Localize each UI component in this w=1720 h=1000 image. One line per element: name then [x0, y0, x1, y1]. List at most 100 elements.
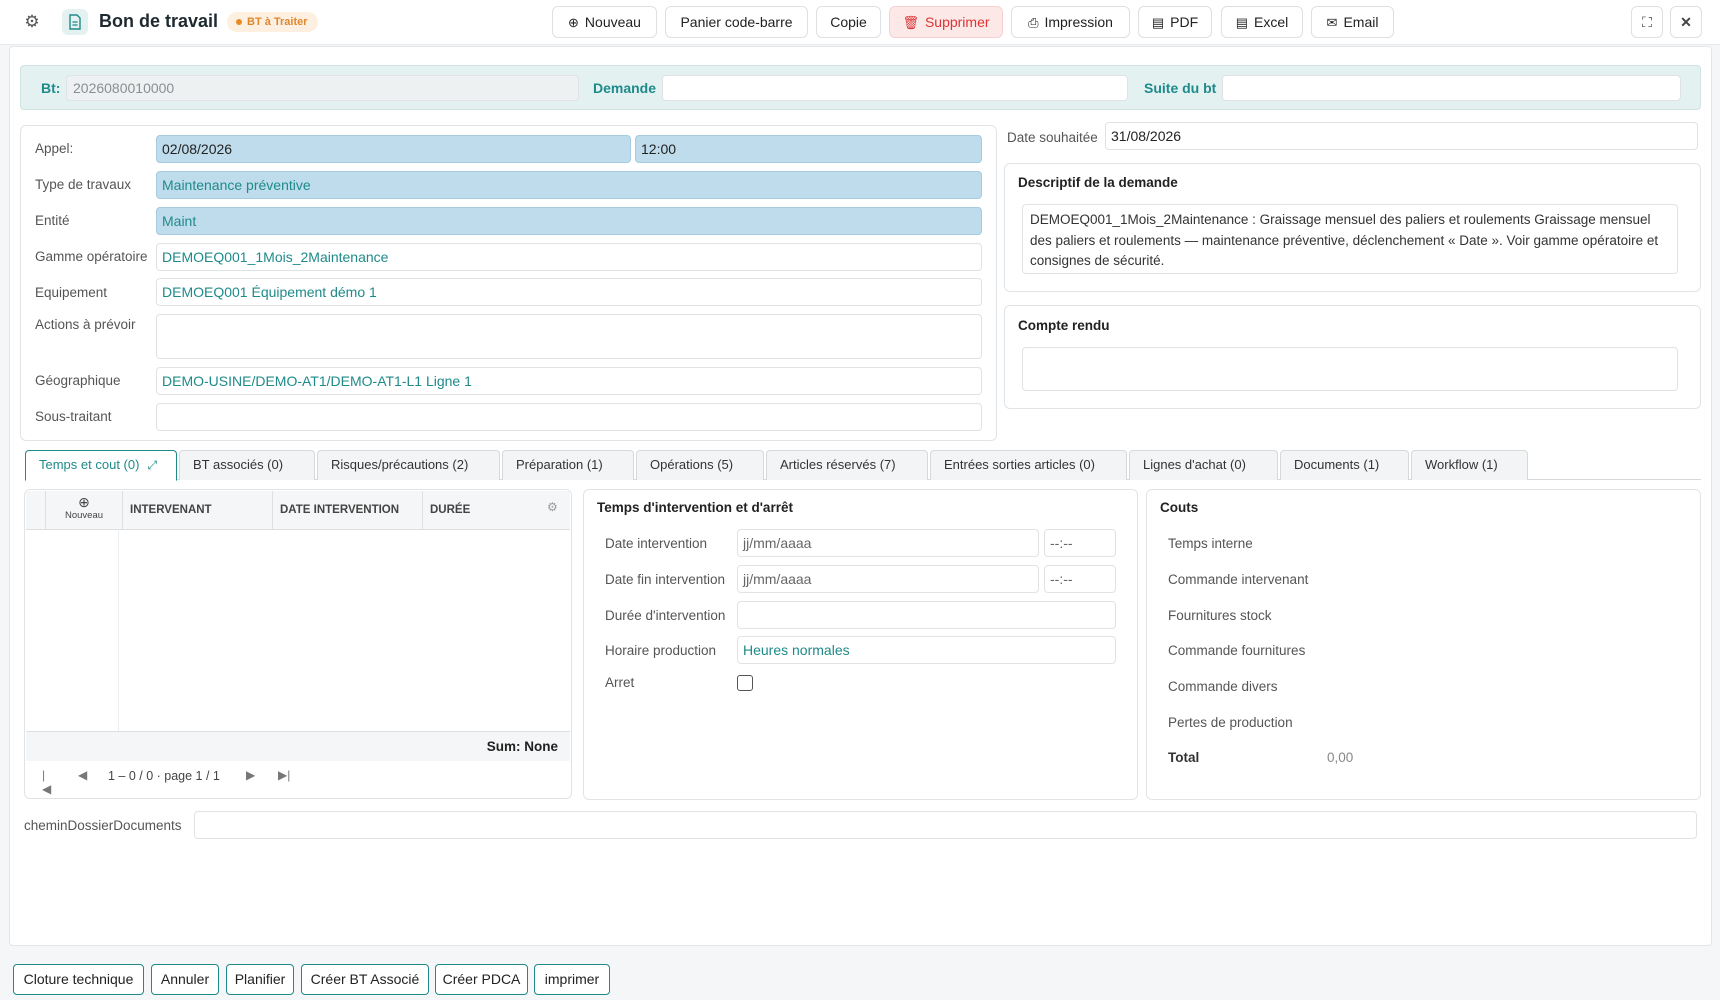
- type-travaux-label: Type de travaux: [35, 177, 132, 192]
- date-fin-input[interactable]: jj/mm/aaaa: [737, 565, 1039, 593]
- horaire-input[interactable]: Heures normales: [737, 636, 1116, 664]
- tab-label: Documents (1): [1294, 457, 1380, 472]
- trash-icon: 🗑: [902, 15, 919, 30]
- cost-total-value: 0,00: [1327, 750, 1354, 765]
- time-fin-input[interactable]: --:--: [1044, 565, 1116, 593]
- grid-select-col: [26, 491, 46, 530]
- grid-header: ⊕ Nouveau INTERVENANT DATE INTERVENTION D…: [26, 491, 570, 530]
- copy-button[interactable]: Copie: [816, 6, 881, 38]
- type-travaux-input[interactable]: Maintenance préventive: [156, 171, 982, 199]
- time-intervention-input[interactable]: --:--: [1044, 529, 1116, 557]
- creer-pdca-button[interactable]: Créer PDCA: [435, 964, 528, 995]
- actions-input[interactable]: [156, 314, 982, 359]
- delete-label: Supprimer: [924, 14, 990, 30]
- cost-commande-fournitures: Commande fournitures: [1168, 643, 1306, 658]
- date-fin-label: Date fin intervention: [605, 572, 726, 587]
- copy-label: Copie: [830, 14, 867, 30]
- suite-bt-input[interactable]: [1222, 75, 1681, 101]
- cost-fournitures-stock: Fournitures stock: [1168, 608, 1272, 623]
- compte-rendu-textarea[interactable]: [1022, 347, 1678, 391]
- cost-pertes-production: Pertes de production: [1168, 715, 1293, 730]
- tab-articles-reserves[interactable]: Articles réservés (7): [766, 450, 928, 480]
- tab-workflow[interactable]: Workflow (1): [1411, 450, 1528, 480]
- imprimer-button[interactable]: imprimer: [534, 964, 610, 995]
- grid-sum: Sum: None: [486, 739, 558, 754]
- email-button[interactable]: ✉ Email: [1311, 6, 1394, 38]
- tab-temps-cout[interactable]: Temps et cout (0) ⤢: [25, 450, 177, 481]
- chemin-label: cheminDossierDocuments: [24, 818, 182, 833]
- annuler-button[interactable]: Annuler: [151, 964, 219, 995]
- couts-title: Couts: [1160, 500, 1199, 515]
- tab-risques[interactable]: Risques/précautions (2): [317, 450, 500, 480]
- appel-date-input[interactable]: 02/08/2026: [156, 135, 631, 163]
- next-page-icon[interactable]: ▶: [246, 768, 255, 782]
- planifier-button[interactable]: Planifier: [226, 964, 294, 995]
- plus-circle-icon: ⊕: [568, 15, 579, 30]
- new-button[interactable]: ⊕ Nouveau: [552, 6, 657, 38]
- excel-button[interactable]: ▤ Excel: [1221, 6, 1303, 38]
- delete-button[interactable]: 🗑 Supprimer: [889, 6, 1003, 38]
- appel-time-input[interactable]: 12:00: [635, 135, 982, 163]
- creer-bt-associe-button[interactable]: Créer BT Associé: [301, 964, 429, 995]
- tab-label: BT associés (0): [193, 457, 284, 472]
- excel-file-icon: ▤: [1235, 15, 1249, 30]
- descriptif-textarea[interactable]: DEMOEQ001_1Mois_2Maintenance : Graissage…: [1022, 204, 1678, 274]
- barcode-cart-button[interactable]: Panier code-barre: [665, 6, 808, 38]
- page-title: Bon de travail: [99, 11, 219, 31]
- tab-entrees-sorties[interactable]: Entrées sorties articles (0): [930, 450, 1127, 480]
- tab-documents[interactable]: Documents (1): [1280, 450, 1409, 480]
- gear-icon[interactable]: ⚙: [22, 12, 42, 32]
- date-intervention-input[interactable]: jj/mm/aaaa: [737, 529, 1039, 557]
- prev-page-icon[interactable]: ◀: [78, 768, 87, 782]
- close-icon[interactable]: ✕: [1670, 6, 1702, 38]
- geographique-label: Géographique: [35, 373, 121, 388]
- tab-lignes-achat[interactable]: Lignes d'achat (0): [1129, 450, 1278, 480]
- cost-commande-divers: Commande divers: [1168, 679, 1278, 694]
- equipement-input[interactable]: DEMOEQ001 Équipement démo 1: [156, 278, 982, 306]
- sous-traitant-label: Sous-traitant: [35, 409, 112, 424]
- barcode-cart-label: Panier code-barre: [680, 14, 793, 30]
- compte-rendu-title: Compte rendu: [1018, 318, 1110, 333]
- settings-icon[interactable]: ⚙: [547, 500, 558, 514]
- tab-label: Temps et cout (0): [39, 457, 140, 472]
- entite-input[interactable]: Maint: [156, 207, 982, 235]
- email-label: Email: [1343, 14, 1379, 30]
- sous-traitant-input[interactable]: [156, 403, 982, 431]
- pdf-file-icon: ▤: [1151, 15, 1165, 30]
- expand-icon[interactable]: ⛶: [1631, 6, 1663, 38]
- duree-label: Durée d'intervention: [605, 608, 726, 623]
- header-band: Bt: 2026080010000 Demande Suite du bt: [20, 65, 1701, 110]
- cost-temps-interne: Temps interne: [1168, 536, 1253, 551]
- col-date-intervention[interactable]: DATE INTERVENTION: [273, 491, 423, 530]
- document-icon: [62, 9, 88, 35]
- print-label: Impression: [1044, 14, 1113, 30]
- pdf-label: PDF: [1170, 14, 1199, 30]
- tab-label: Workflow (1): [1425, 457, 1498, 472]
- last-page-icon[interactable]: ▶|: [278, 768, 290, 782]
- first-page-icon[interactable]: |◀: [42, 768, 51, 796]
- demande-input[interactable]: [662, 75, 1128, 101]
- cost-commande-intervenant: Commande intervenant: [1168, 572, 1309, 587]
- gamme-input[interactable]: DEMOEQ001_1Mois_2Maintenance: [156, 243, 982, 271]
- horaire-label: Horaire production: [605, 643, 717, 658]
- pdf-button[interactable]: ▤ PDF: [1138, 6, 1212, 38]
- bt-input[interactable]: 2026080010000: [66, 75, 579, 101]
- chemin-input[interactable]: [194, 811, 1697, 839]
- cloture-technique-button[interactable]: Cloture technique: [13, 964, 144, 995]
- tab-operations[interactable]: Opérations (5): [636, 450, 764, 480]
- tab-label: Lignes d'achat (0): [1143, 457, 1246, 472]
- print-button[interactable]: ⎙ Impression: [1011, 6, 1130, 38]
- tab-bar: Temps et cout (0) ⤢ BT associés (0) Risqu…: [25, 450, 1701, 481]
- descriptif-title: Descriptif de la demande: [1018, 175, 1178, 190]
- external-link-icon[interactable]: ⤢: [147, 458, 157, 472]
- duree-input[interactable]: [737, 601, 1116, 629]
- entite-label: Entité: [35, 213, 70, 228]
- tab-bt-associes[interactable]: BT associés (0): [179, 450, 315, 480]
- geographique-input[interactable]: DEMO-USINE/DEMO-AT1/DEMO-AT1-L1 Ligne 1: [156, 367, 982, 395]
- arret-checkbox[interactable]: [737, 675, 753, 691]
- arret-label: Arret: [605, 675, 635, 690]
- grid-new-button[interactable]: ⊕ Nouveau: [46, 494, 122, 527]
- col-intervenant[interactable]: INTERVENANT: [123, 491, 273, 530]
- tab-preparation[interactable]: Préparation (1): [502, 450, 634, 480]
- date-souhaitee-input[interactable]: 31/08/2026: [1105, 122, 1698, 150]
